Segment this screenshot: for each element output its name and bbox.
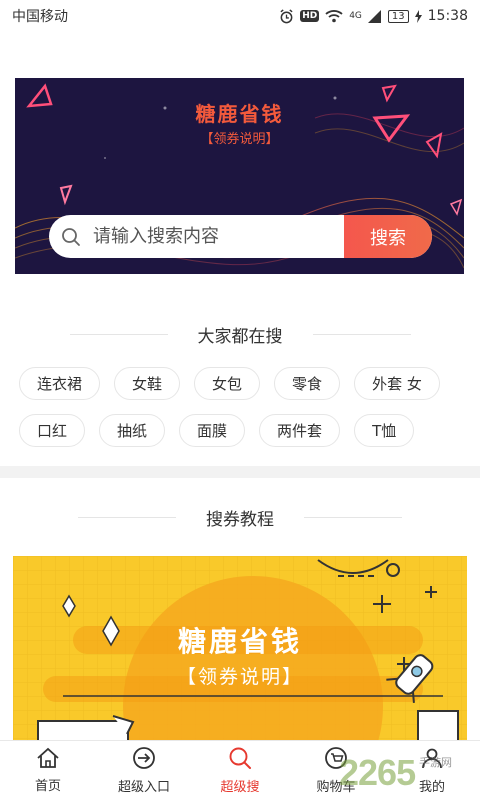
cart-icon — [324, 746, 348, 774]
search-tag[interactable]: 面膜 — [179, 414, 246, 447]
search-tag[interactable]: 女鞋 — [114, 367, 181, 400]
section-divider — [0, 466, 480, 478]
nav-item-cart[interactable]: 购物车 — [288, 741, 384, 800]
hd-badge: HD — [300, 10, 320, 22]
status-bar: 中国移动 HD 4G 13 15:38 — [0, 0, 480, 32]
clock-label: 15:38 — [427, 8, 468, 24]
nav-label-super-search: 超级搜 — [220, 780, 260, 795]
signal-icon — [367, 9, 382, 23]
tag-row: 连衣裙 女鞋 女包 零食 外套 女 — [19, 367, 469, 400]
alarm-icon — [279, 8, 294, 24]
search-tag[interactable]: 口红 — [19, 414, 86, 447]
tutorial-subtitle: 【领券说明】 — [176, 666, 303, 688]
divider-line — [78, 517, 176, 518]
popular-tags: 连衣裙 女鞋 女包 零食 外套 女 口红 抽纸 面膜 两件套 T恤 — [19, 367, 469, 461]
promo-banner[interactable]: 糖鹿省钱 【领券说明】 搜索 — [15, 78, 464, 274]
tutorial-section-header: 搜券教程 — [0, 505, 480, 530]
divider-line — [69, 334, 168, 335]
banner-title: 糖鹿省钱 — [195, 102, 284, 126]
nav-item-super-search[interactable]: 超级搜 — [192, 741, 288, 800]
search-tag[interactable]: 连衣裙 — [19, 367, 101, 400]
nav-item-profile[interactable]: 我的 — [384, 741, 480, 800]
tutorial-section-title: 搜券教程 — [206, 510, 274, 530]
nav-label-super-entry: 超级入口 — [117, 780, 170, 795]
search-tag[interactable]: 女包 — [194, 367, 261, 400]
nav-item-home[interactable]: 首页 — [0, 741, 96, 800]
bottom-nav: 首页 超级入口 超级搜 购物车 我的 — [0, 740, 480, 800]
search-tag[interactable]: 抽纸 — [99, 414, 166, 447]
banner-subtitle: 【领券说明】 — [200, 132, 279, 147]
network-type-label: 4G — [349, 11, 362, 21]
nav-label-cart: 购物车 — [316, 780, 356, 795]
search-bar: 搜索 — [49, 215, 432, 258]
popular-section-header: 大家都在搜 — [0, 322, 480, 347]
divider-line — [304, 517, 402, 518]
home-icon — [36, 747, 60, 773]
divider-line — [312, 334, 411, 335]
charging-icon — [414, 9, 422, 23]
search-tag[interactable]: 两件套 — [259, 414, 341, 447]
search-tag[interactable]: 零食 — [274, 367, 341, 400]
carrier-label: 中国移动 — [12, 9, 68, 25]
tutorial-title: 糖鹿省钱 — [177, 625, 302, 658]
battery-indicator: 13 — [387, 9, 409, 23]
search-input[interactable] — [93, 226, 344, 247]
search-tag[interactable]: 外套 女 — [354, 367, 440, 400]
tutorial-banner[interactable]: 糖鹿省钱 【领券说明】 — [13, 556, 467, 740]
tag-row: 口红 抽纸 面膜 两件套 T恤 — [19, 414, 469, 447]
entry-arrow-icon — [132, 746, 156, 774]
nav-item-super-entry[interactable]: 超级入口 — [96, 741, 192, 800]
wifi-icon — [325, 9, 343, 23]
search-icon — [49, 215, 93, 258]
search-icon — [228, 746, 252, 774]
nav-label-profile: 我的 — [418, 780, 445, 795]
status-icons: HD 4G 13 15:38 — [279, 8, 468, 24]
search-tag[interactable]: T恤 — [354, 414, 415, 447]
user-icon — [420, 746, 444, 774]
popular-section-title: 大家都在搜 — [197, 327, 283, 347]
search-button[interactable]: 搜索 — [344, 215, 432, 258]
nav-label-home: 首页 — [34, 779, 61, 794]
